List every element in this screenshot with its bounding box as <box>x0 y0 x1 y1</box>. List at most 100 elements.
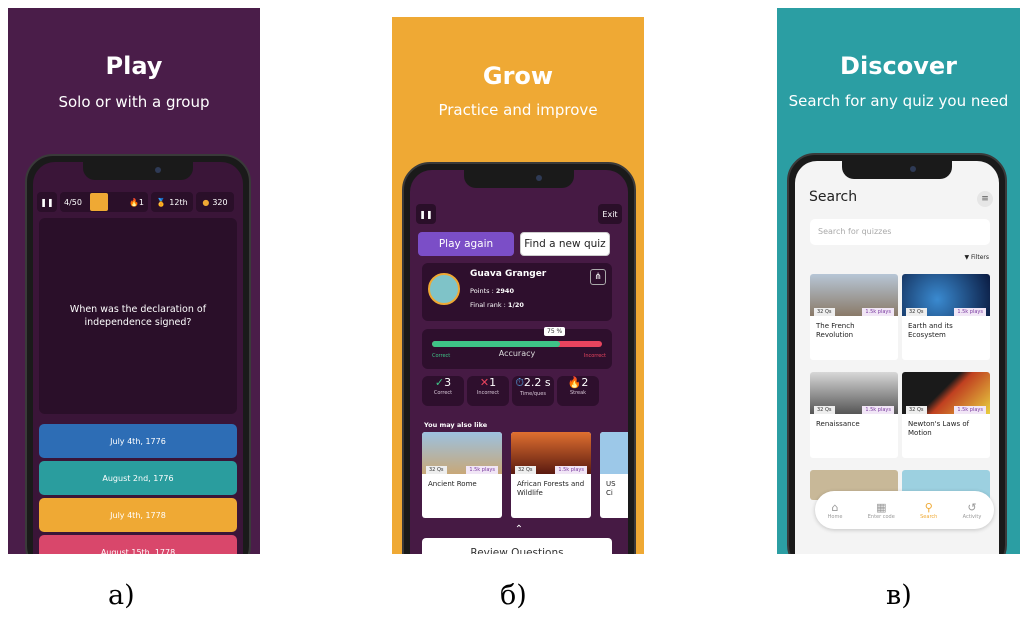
discover-panel: Discover Search for any quiz you need Se… <box>777 8 1020 554</box>
phone-frame: Search ≡ Search for quizzes ▼ Filters 32… <box>787 153 1007 554</box>
quiz-name: The French Revolution <box>816 322 855 339</box>
home-icon: ⌂ <box>831 500 839 514</box>
answer-option-2[interactable]: August 2nd, 1776 <box>39 461 237 495</box>
bottom-nav: ⌂ Home ▦ Enter code ⚲ Search ↺ Activity <box>815 491 994 529</box>
suggestion-card[interactable]: 32 Qs 1.5k plays African Forests and Wild… <box>511 432 591 518</box>
filters-button[interactable]: ▼ Filters <box>964 254 989 261</box>
nav-enter-code[interactable]: ▦ Enter code <box>868 501 895 520</box>
exit-button[interactable]: Exit <box>598 204 622 224</box>
check-icon: ✓ <box>434 376 445 389</box>
panel-subtitle: Search for any quiz you need <box>788 92 1009 110</box>
stopwatch-icon: ⏱ <box>515 376 524 389</box>
share-button[interactable]: ⋔ <box>590 269 606 285</box>
game-top-bar: ❚❚ 4/50 🔥1 🏅 12th ● 320 <box>37 192 239 212</box>
points-row: Points : 2940 <box>470 287 514 295</box>
rank-row: Final rank : 1/20 <box>470 301 524 309</box>
stats-row: ✓3 Correct ✕1 Incorrect ⏱2.2 s Time/ques 🔥2… <box>422 376 612 406</box>
coins-badge: ● 320 <box>196 192 234 212</box>
quiz-name: Newton's Laws of Motion <box>908 420 970 437</box>
suggestion-name: African Forests and Wildlife <box>517 480 585 497</box>
player-name: Guava Granger <box>470 269 547 279</box>
quiz-tile[interactable]: 32 Qs 1.5k plays Newton's Laws of Motion <box>902 372 990 458</box>
phone-screen: ❚❚ 4/50 🔥1 🏅 12th ● 320 When was the decla… <box>33 162 243 554</box>
accuracy-percent: 75 % <box>544 327 566 336</box>
suggestion-image: 32 Qs 1.5k plays <box>511 432 591 474</box>
phone-frame: ❚❚ Exit Play again Find a new quiz Guava… <box>402 162 636 554</box>
phone-frame: ❚❚ 4/50 🔥1 🏅 12th ● 320 When was the decla… <box>25 154 251 554</box>
stat-streak: 🔥2 Streak <box>557 376 599 406</box>
stat-correct: ✓3 Correct <box>422 376 464 406</box>
play-panel: Play Solo or with a group ❚❚ 4/50 🔥1 🏅 12… <box>8 8 260 554</box>
quiz-image: 32 Qs 1.5k plays <box>902 372 990 414</box>
flame-icon: 🔥 <box>567 376 582 389</box>
grow-panel: Grow Practice and improve ❚❚ Exit Play a… <box>392 17 644 554</box>
caption-c: в) <box>886 580 912 611</box>
suggestion-name: Ancient Rome <box>428 480 477 488</box>
search-input[interactable]: Search for quizzes <box>810 219 990 245</box>
streak-count: 🔥1 <box>128 197 144 207</box>
phone-notch <box>842 161 952 179</box>
phone-screen: ❚❚ Exit Play again Find a new quiz Guava… <box>410 170 628 554</box>
also-like-heading: You may also like <box>424 421 488 429</box>
answer-option-1[interactable]: July 4th, 1776 <box>39 424 237 458</box>
chevron-up-icon[interactable]: ⌃ <box>410 524 628 535</box>
question-progress: 4/50 🔥1 <box>60 192 148 212</box>
page-title: Search <box>809 189 858 205</box>
nav-search[interactable]: ⚲ Search <box>920 501 937 520</box>
share-icon: ⋔ <box>594 272 602 282</box>
quiz-tile[interactable]: 32 Qs 1.5k plays Earth and its Ecosystem <box>902 274 990 360</box>
cross-icon: ✕ <box>479 376 490 389</box>
accuracy-fill <box>432 341 560 347</box>
quiz-name: Renaissance <box>816 420 860 428</box>
filter-icon: ▼ <box>964 254 970 261</box>
progress-indicator <box>89 193 108 211</box>
panel-subtitle: Solo or with a group <box>58 93 210 111</box>
quiz-image: 32 Qs 1.5k plays <box>902 274 990 316</box>
suggestion-image: 32 Qs 1.5k plays <box>422 432 502 474</box>
rank-badge: 🏅 12th <box>151 192 193 212</box>
quiz-tile[interactable]: 32 Qs 1.5k plays Renaissance <box>810 372 898 458</box>
review-questions-button[interactable]: Review Questions <box>422 538 612 554</box>
pause-button[interactable]: ❚❚ <box>416 204 436 224</box>
player-card: Guava Granger Points : 2940 Final rank :… <box>422 263 612 321</box>
quiz-name: Earth and its Ecosystem <box>908 322 953 339</box>
pause-button[interactable]: ❚❚ <box>37 192 57 212</box>
accuracy-bar <box>432 341 602 347</box>
panel-title: Grow <box>482 62 554 90</box>
incorrect-label: Incorrect <box>583 353 606 359</box>
quiz-tile[interactable]: 32 Qs 1.5k plays The French Revolution <box>810 274 898 360</box>
avatar <box>428 273 460 305</box>
answer-option-4[interactable]: August 15th, 1778 <box>39 535 237 554</box>
stat-incorrect: ✕1 Incorrect <box>467 376 509 406</box>
quiz-image: 32 Qs 1.5k plays <box>810 274 898 316</box>
caption-b: б) <box>500 580 527 611</box>
quiz-image: 32 Qs 1.5k plays <box>810 372 898 414</box>
search-icon: ⚲ <box>924 500 933 514</box>
pause-icon: ❚❚ <box>40 197 54 207</box>
keypad-icon: ▦ <box>876 500 887 514</box>
phone-notch <box>464 170 574 188</box>
suggestion-card[interactable]: US Ci <box>600 432 628 518</box>
panel-subtitle: Practice and improve <box>438 101 598 119</box>
nav-activity[interactable]: ↺ Activity <box>963 501 982 520</box>
pause-icon: ❚❚ <box>419 209 433 219</box>
answer-option-3[interactable]: July 4th, 1778 <box>39 498 237 532</box>
menu-icon[interactable]: ≡ <box>977 191 993 207</box>
accuracy-card: 75 % Correct Accuracy Incorrect <box>422 327 612 369</box>
suggestion-name: US Ci <box>606 480 616 497</box>
phone-screen: Search ≡ Search for quizzes ▼ Filters 32… <box>795 161 999 554</box>
rank-icon: 🏅 <box>156 197 167 207</box>
coin-icon: ● <box>202 197 210 207</box>
suggestion-image <box>600 432 628 474</box>
find-new-quiz-button[interactable]: Find a new quiz <box>520 232 610 256</box>
caption-a: а) <box>108 580 135 611</box>
nav-home[interactable]: ⌂ Home <box>828 501 843 520</box>
stat-time: ⏱2.2 s Time/ques <box>512 376 554 406</box>
question-card: When was the declaration of independence… <box>39 218 237 414</box>
play-again-button[interactable]: Play again <box>418 232 514 256</box>
panel-title: Play <box>105 52 163 80</box>
suggestion-card[interactable]: 32 Qs 1.5k plays Ancient Rome <box>422 432 502 518</box>
phone-notch <box>83 162 193 180</box>
panel-title: Discover <box>840 52 957 80</box>
progress-count: 4/50 <box>64 197 82 207</box>
